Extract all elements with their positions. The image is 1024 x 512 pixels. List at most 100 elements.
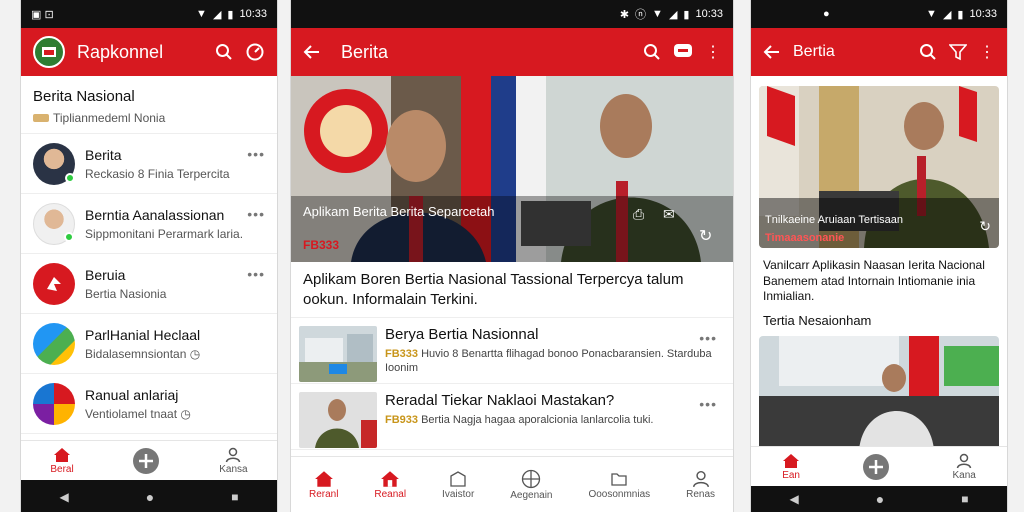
- section-subtitle: Tiplianmedeml Nonia: [53, 111, 166, 125]
- item-subtitle: Ventiolamel tnaat ◷: [85, 406, 191, 421]
- list-item[interactable]: ParlHanial Heclaal Bidalasemnsiontan ◷: [21, 314, 277, 374]
- bookmark-icon[interactable]: ✉: [663, 206, 675, 223]
- more-icon[interactable]: •••: [699, 330, 717, 346]
- more-icon[interactable]: •••: [699, 396, 717, 412]
- hero-photo: [291, 76, 733, 262]
- recents-icon[interactable]: ■: [961, 492, 968, 506]
- section-subtitle-row: Tiplianmedeml Nonia: [33, 111, 265, 125]
- tab-label: Reranl: [308, 488, 339, 500]
- tab-news[interactable]: Reanal: [374, 470, 406, 500]
- signal-icon: ◢: [942, 8, 952, 21]
- item-title: Berita: [85, 146, 122, 163]
- overflow-menu-icon[interactable]: ⋮: [705, 42, 721, 62]
- tab-label: Renas: [686, 488, 716, 500]
- hero-image[interactable]: Aplikam Berita Berita Separcetah FB333 ⎙…: [291, 76, 733, 262]
- news-photo: [759, 335, 999, 450]
- back-icon[interactable]: ◀: [790, 492, 799, 506]
- house-outline-icon: [381, 470, 400, 487]
- battery-icon: ▮: [227, 8, 234, 21]
- item-subtitle: Bidalasemnsiontan ◷: [85, 346, 201, 361]
- wifi-icon: ▼: [652, 8, 663, 20]
- filter-icon[interactable]: [949, 43, 967, 61]
- bluetooth-icon: ✱: [619, 8, 630, 21]
- tab-home[interactable]: Reranl: [309, 470, 338, 500]
- featured-card[interactable]: Tnilkaeine Aruiaan Tertisaan Timaaasonan…: [759, 86, 999, 248]
- item-subtitle: Sippmonitani Perarmark laria.: [85, 226, 244, 241]
- screen-title: Berita: [341, 41, 389, 62]
- bottom-navigation: Beral Kansa: [21, 440, 277, 480]
- refresh-icon[interactable]: [245, 42, 265, 62]
- tab-label: Ivaistor: [442, 488, 475, 500]
- refresh-icon[interactable]: ↻: [979, 218, 991, 235]
- more-icon[interactable]: •••: [247, 266, 265, 282]
- brand-logo-avatar: [33, 262, 75, 305]
- tab-home[interactable]: Ean: [782, 453, 800, 481]
- list-item[interactable]: Beruia Bertia Nasionia •••: [21, 254, 277, 314]
- news-item[interactable]: Berya Bertia Nasionnal FB333 Huvio 8 Ben…: [291, 318, 733, 384]
- news-title: Reradal Tiekar Naklaoi Mastakan?: [385, 392, 615, 409]
- profile-icon: [956, 453, 972, 468]
- list-item[interactable]: Berntia Aanalassionan Sippmonitani Perarm…: [21, 194, 277, 254]
- screen-title: Bertia: [793, 43, 835, 60]
- news-subtitle: FB933 Bertia Nagja hagaa aporalcionia la…: [385, 414, 654, 426]
- search-icon[interactable]: [215, 43, 233, 61]
- home-button-icon[interactable]: ●: [876, 491, 884, 507]
- phone-list-screen: ▣ ⊡ ▼ ◢ ▮ 10:33 Rapkonnel Berita Nasiona…: [20, 0, 278, 512]
- share-icon[interactable]: ⎙: [633, 206, 644, 223]
- box-icon: [450, 470, 466, 487]
- more-icon[interactable]: •••: [247, 146, 265, 162]
- news-card[interactable]: [759, 335, 999, 450]
- tab-profile[interactable]: Kana: [953, 453, 976, 481]
- tab-history[interactable]: Ivaistor: [442, 470, 474, 500]
- wifi-icon: ▼: [196, 8, 207, 20]
- logo-icon: [47, 276, 61, 291]
- tab-explore[interactable]: Aegenain: [510, 469, 553, 501]
- tab-saved[interactable]: Ooosonmnias: [588, 470, 650, 500]
- search-icon[interactable]: [919, 43, 937, 61]
- news-title: Berya Bertia Nasionnal: [385, 326, 539, 343]
- back-icon[interactable]: ◀: [60, 490, 69, 504]
- more-icon[interactable]: •••: [247, 206, 265, 222]
- add-button[interactable]: [132, 447, 160, 475]
- card-tag: Timaaasonanie: [765, 232, 845, 244]
- plus-icon: [863, 453, 890, 480]
- online-indicator: [64, 231, 74, 242]
- add-button[interactable]: [862, 453, 890, 481]
- list-item[interactable]: Berita Reckasio 8 Finia Terpercita •••: [21, 134, 277, 194]
- clock: 10:33: [695, 8, 723, 20]
- status-bar: ● ▼ ◢ ▮ 10:33: [751, 0, 1007, 28]
- home-button-icon[interactable]: ●: [146, 489, 154, 505]
- tab-profile[interactable]: Kansa: [219, 447, 248, 475]
- profile-icon: [226, 447, 241, 462]
- recents-icon[interactable]: ■: [231, 490, 238, 504]
- tab-home[interactable]: Beral: [50, 447, 74, 475]
- wifi-icon: ▼: [926, 8, 937, 20]
- app-bar: Berita ⋮: [291, 28, 733, 76]
- home-icon: [783, 453, 800, 468]
- search-icon[interactable]: [643, 43, 661, 61]
- tab-profile[interactable]: Renas: [686, 470, 715, 500]
- overflow-menu-icon[interactable]: ⋮: [979, 42, 995, 62]
- status-bar: ✱ ⓝ ▼ ◢ ▮ 10:33: [291, 0, 733, 28]
- news-thumbnail: [299, 326, 377, 382]
- chat-icon[interactable]: [673, 43, 693, 61]
- card-caption: Tnilkaeine Aruiaan Tertisaan: [765, 214, 903, 226]
- battery-icon: ▮: [683, 8, 690, 21]
- item-title: ParlHanial Heclaal: [85, 326, 201, 343]
- back-arrow-icon[interactable]: [303, 44, 321, 60]
- phone-news-feed-screen: ✱ ⓝ ▼ ◢ ▮ 10:33 Berita ⋮ Aplikam Berita …: [290, 0, 734, 512]
- tab-home-label: Beral: [50, 463, 74, 475]
- avatar: [33, 322, 75, 365]
- headline[interactable]: Aplikam Boren Bertia Nasional Tassional …: [291, 262, 733, 318]
- back-arrow-icon[interactable]: [763, 44, 781, 60]
- clock: 10:33: [239, 8, 267, 20]
- tab-label: Ooosonmnias: [588, 488, 651, 500]
- status-bar: ▣ ⊡ ▼ ◢ ▮ 10:33: [21, 0, 277, 28]
- news-thumbnail: [299, 392, 377, 448]
- app-bar: Rapkonnel: [21, 28, 277, 76]
- list-item[interactable]: Ranual anlariaj Ventiolamel tnaat ◷: [21, 374, 277, 434]
- signal-icon: ◢: [668, 8, 678, 21]
- online-indicator: [65, 172, 75, 183]
- refresh-icon[interactable]: ↻: [699, 226, 712, 246]
- news-item[interactable]: Reradal Tiekar Naklaoi Mastakan? FB933 B…: [291, 384, 733, 450]
